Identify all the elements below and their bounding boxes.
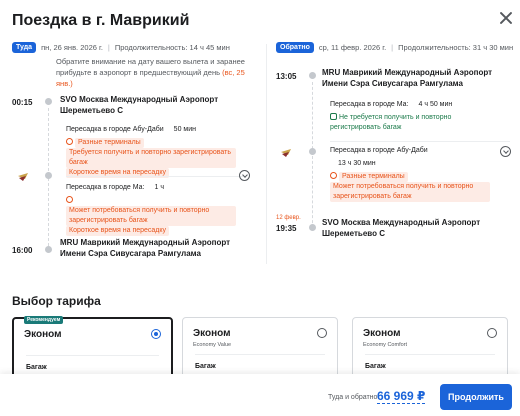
chevron-down-icon[interactable]	[239, 170, 250, 181]
inbound-transfer-2: Пересадка в городе Абу-Даби 13 ч 30 мин …	[330, 146, 490, 202]
chevron-down-icon[interactable]	[500, 146, 511, 157]
transfer-warning: Разные терминалы Требуется получить и по…	[66, 138, 236, 178]
inbound-transfer-1: Пересадка в городе Ма: 4 ч 50 мин Не тре…	[330, 100, 500, 133]
transfer-city: Пересадка в городе Ма:	[330, 101, 409, 108]
card-divider	[26, 355, 159, 356]
inbound-departure-time: 13:05	[276, 72, 297, 81]
recommended-badge: Рекомендуем	[24, 316, 64, 324]
warning-tag: Требуется получить и повторно зарегистри…	[66, 148, 236, 168]
baggage-label: Багаж	[365, 363, 386, 370]
warning-tag: Может потребоваться получить и повторно …	[66, 206, 236, 226]
column-divider	[266, 44, 267, 264]
outbound-duration: Продолжительность: 14 ч 45 мин	[114, 43, 230, 52]
total-price[interactable]: 66 969 ₽	[377, 389, 426, 404]
outbound-arrival-airport: MRU Маврикий Международный Аэропорт Имен…	[60, 238, 231, 258]
outbound-badge: Туда	[12, 42, 37, 53]
timeline-dot	[45, 246, 52, 253]
inbound-arrival-airport: SVO Москва Международный Аэропорт Шереме…	[322, 218, 481, 238]
outbound-arrival-time: 16:00	[12, 246, 33, 255]
airline-logo-icon	[18, 173, 28, 181]
modal-title: Поездка в г. Маврикий	[12, 12, 190, 29]
card-divider	[365, 354, 495, 355]
outbound-section: Туда пн, 26 янв. 2026 г. | Продолжительн…	[12, 42, 260, 89]
warning-tag: Короткое время на пересадку	[66, 226, 170, 236]
outbound-header: Туда пн, 26 янв. 2026 г. | Продолжительн…	[12, 42, 260, 53]
inbound-section: Обратно ср, 11 февр. 2026 г. | Продолжит…	[276, 42, 516, 53]
tariff-name: Эконом	[24, 329, 62, 340]
continue-button[interactable]: Продолжить	[440, 384, 512, 410]
warning-tag: Разные терминалы	[75, 138, 144, 148]
inbound-date: ср, 11 февр. 2026 г.	[318, 43, 387, 52]
outbound-date-note: Обратите внимание на дату вашего вылета …	[12, 56, 260, 89]
card-divider	[195, 354, 325, 355]
outbound-departure-time: 00:15	[12, 98, 33, 107]
tariff-radio[interactable]	[487, 328, 497, 338]
timeline-dot	[309, 148, 316, 155]
transfer-duration: 13 ч 30 мин	[338, 160, 376, 167]
outbound-transfer-1: Пересадка в городе Абу-Даби 50 мин Разны…	[66, 125, 236, 178]
transfer-city: Пересадка в городе Ма:	[66, 184, 145, 191]
transfer-city: Пересадка в городе Абу-Даби	[66, 126, 164, 133]
warning-tag: Может потребоваться получить и повторно …	[330, 182, 490, 202]
tariff-radio[interactable]	[151, 329, 161, 339]
transfer-city: Пересадка в городе Абу-Даби	[330, 147, 428, 154]
outbound-transfer-2: Пересадка в городе Ма: 1 ч Может потребо…	[66, 183, 236, 236]
outbound-departure-airport: SVO Москва Международный Аэропорт Шереме…	[60, 95, 219, 115]
transfer-warning: Разные терминалы Может потребоваться пол…	[330, 172, 490, 202]
tariff-name: Эконом	[193, 328, 231, 339]
warning-icon	[66, 138, 73, 145]
warning-icon	[66, 196, 73, 203]
inbound-duration: Продолжительность: 31 ч 30 мин	[398, 43, 514, 52]
warning-tag: Разные терминалы	[339, 172, 408, 182]
inbound-header: Обратно ср, 11 февр. 2026 г. | Продолжит…	[276, 42, 516, 53]
tariff-name: Эконом	[363, 328, 401, 339]
tariff-subname: Economy Value	[193, 342, 232, 348]
transfer-divider	[66, 176, 246, 177]
inbound-departure-airport: MRU Маврикий Международный Аэропорт Имен…	[322, 68, 493, 88]
tariff-section-title: Выбор тарифа	[12, 294, 101, 308]
warning-icon	[330, 172, 337, 179]
transfer-warning: Может потребоваться получить и повторно …	[66, 196, 236, 236]
transfer-duration: 4 ч 50 мин	[418, 101, 453, 108]
timeline-dot	[309, 72, 316, 79]
tariff-subname: Economy Comfort	[363, 342, 408, 348]
separator: |	[107, 43, 110, 52]
transfer-divider	[330, 141, 510, 142]
transfer-duration: 1 ч	[154, 184, 165, 191]
ok-text: Не требуется получить и повторно регистр…	[330, 114, 452, 131]
baggage-label: Багаж	[195, 363, 216, 370]
separator: |	[391, 43, 394, 52]
tariff-radio[interactable]	[317, 328, 327, 338]
airline-logo-icon	[281, 149, 291, 157]
outbound-date: пн, 26 янв. 2026 г.	[41, 43, 103, 52]
transfer-duration: 50 мин	[173, 126, 196, 133]
timeline-dot	[45, 172, 52, 179]
inbound-badge: Обратно	[276, 42, 314, 53]
timeline-dot	[309, 224, 316, 231]
footer-bar: Туда и обратно 66 969 ₽ Продолжить	[0, 374, 520, 416]
trip-modal: Поездка в г. Маврикий Туда пн, 26 янв. 2…	[0, 0, 520, 416]
timeline-line	[312, 82, 313, 228]
note-text: Обратите внимание на дату вашего вылета …	[56, 57, 245, 77]
timeline-dot	[45, 98, 52, 105]
inbound-arrival-date: 12 февр.	[276, 215, 301, 221]
inbound-arrival-time: 19:35	[276, 224, 297, 233]
price-label: Туда и обратно	[328, 394, 378, 401]
baggage-label: Багаж	[26, 364, 47, 371]
baggage-check-icon	[330, 113, 337, 120]
transfer-ok-note: Не требуется получить и повторно регистр…	[330, 113, 500, 133]
close-icon[interactable]	[498, 10, 514, 26]
